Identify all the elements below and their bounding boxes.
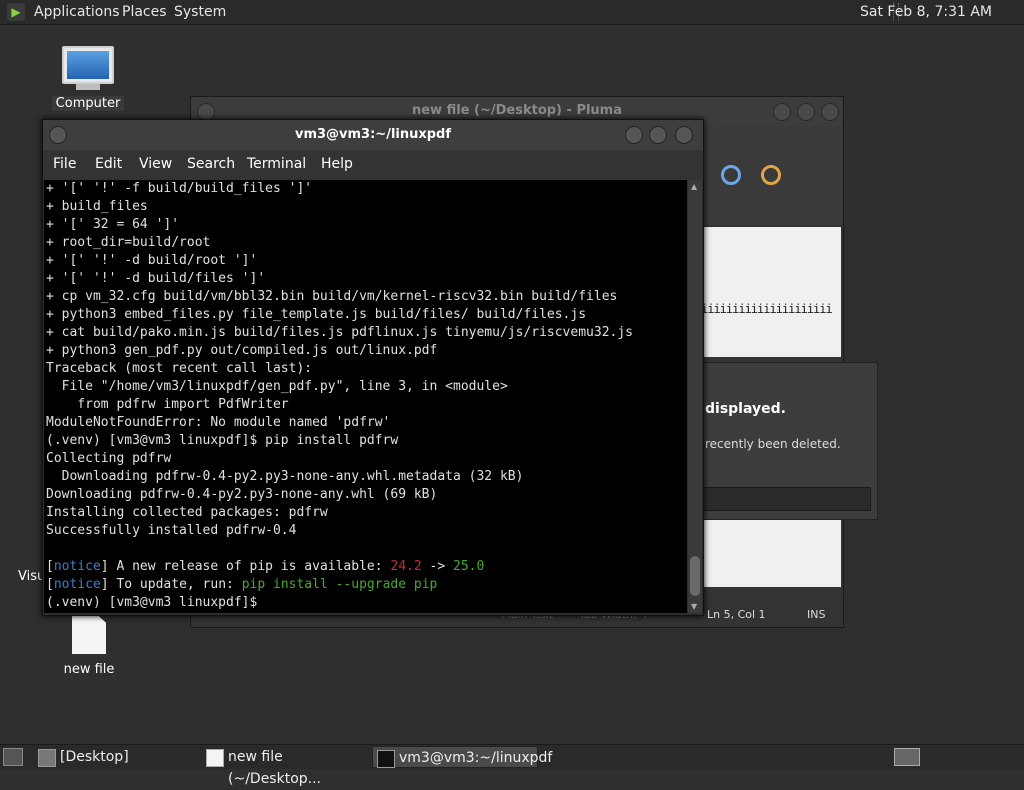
- upgrade-command: pip install --upgrade pip: [241, 577, 438, 592]
- maximize-button[interactable]: [649, 126, 667, 144]
- computer-icon: [62, 46, 114, 84]
- text-editor-area-lower[interactable]: [701, 517, 841, 587]
- window-title: vm3@vm3:~/linuxpdf: [43, 120, 703, 150]
- dialog-window[interactable]: displayed. recently been deleted.: [690, 362, 878, 520]
- terminal-line: Downloading pdfrw-0.4-py2.py3-none-any.w…: [46, 487, 438, 502]
- notice-tag: notice: [53, 577, 101, 592]
- scroll-thumb[interactable]: [690, 556, 700, 596]
- terminal-line: Traceback (most recent call last):: [46, 361, 313, 376]
- menu-bar: File Edit View Search Terminal Help: [43, 150, 703, 180]
- terminal-lines: + '[' '!' -f build/build_files ']' + buil…: [44, 180, 687, 612]
- terminal-line: Successfully installed pdfrw-0.4: [46, 523, 297, 538]
- desktop-icon-computer[interactable]: Computer: [52, 46, 124, 111]
- terminal-line: + '[' '!' -d build/files ']': [46, 271, 266, 286]
- taskbar-item-terminal[interactable]: vm3@vm3:~/linuxpdf: [372, 746, 552, 768]
- file-icon: [72, 614, 106, 654]
- dialog-heading: displayed.: [705, 401, 786, 417]
- terminal-line: + python3 gen_pdf.py out/compiled.js out…: [46, 343, 438, 358]
- system-menu[interactable]: System: [174, 4, 226, 20]
- notice-text: ] A new release of pip is available:: [100, 559, 391, 574]
- taskbar-item-label: new file (~/Desktop...: [228, 749, 321, 787]
- terminal-icon: [377, 750, 395, 768]
- desktop-icon-new-file[interactable]: new file: [58, 614, 120, 677]
- minimize-button[interactable]: [773, 103, 791, 121]
- search-icon[interactable]: [721, 165, 741, 185]
- taskbar-item-label: [Desktop]: [60, 749, 129, 765]
- text-editor-area[interactable]: [701, 227, 841, 357]
- applications-menu-icon[interactable]: ▶: [7, 3, 25, 21]
- new-version: 25.0: [453, 559, 485, 574]
- terminal-line: [notice] A new release of pip is availab…: [46, 558, 687, 576]
- terminal-output[interactable]: + '[' '!' -f build/build_files ']' + buil…: [44, 180, 687, 613]
- terminal-prompt: (.venv) [vm3@vm3 linuxpdf]$: [46, 595, 266, 610]
- scrollbar[interactable]: ▲ ▼: [688, 180, 702, 613]
- taskbar-item-pluma[interactable]: new file (~/Desktop...: [202, 746, 368, 787]
- terminal-line: + '[' '!' -d build/root ']': [46, 253, 258, 268]
- workspace-switcher-icon[interactable]: [894, 748, 920, 766]
- terminal-line: + python3 embed_files.py file_template.j…: [46, 307, 587, 322]
- terminal-line: + '[' '!' -f build/build_files ']': [46, 181, 313, 196]
- minimize-button[interactable]: [625, 126, 643, 144]
- terminal-line: + cat build/pako.min.js build/files.js p…: [46, 325, 633, 340]
- terminal-line: (.venv) [vm3@vm3 linuxpdf]$ pip install …: [46, 433, 399, 448]
- terminal-window[interactable]: vm3@vm3:~/linuxpdf File Edit View Search…: [42, 119, 704, 616]
- bracket: [: [46, 559, 54, 574]
- taskbar-item-label: vm3@vm3:~/linuxpdf: [399, 750, 553, 766]
- terminal-line: + cp vm_32.cfg build/vm/bbl32.bin build/…: [46, 289, 618, 304]
- show-desktop-icon[interactable]: [3, 748, 23, 766]
- notice-text: ] To update, run:: [100, 577, 242, 592]
- desktop-icon-label: Computer: [52, 96, 124, 111]
- top-panel: ▶ Applications Places System Sat Feb 8, …: [0, 0, 1024, 25]
- terminal-line: from pdfrw import PdfWriter: [46, 397, 289, 412]
- window-menu-button[interactable]: [49, 126, 67, 144]
- menu-file[interactable]: File: [53, 156, 76, 172]
- terminal-line: + root_dir=build/root: [46, 235, 211, 250]
- notice-tag: notice: [53, 559, 101, 574]
- cursor-position: Ln 5, Col 1: [707, 608, 766, 621]
- terminal-line: Downloading pdfrw-0.4-py2.py3-none-any.w…: [46, 469, 524, 484]
- menu-help[interactable]: Help: [321, 156, 353, 172]
- insert-mode: INS: [807, 608, 826, 621]
- places-menu[interactable]: Places: [122, 4, 167, 20]
- folder-icon: [38, 749, 56, 767]
- close-button[interactable]: [675, 126, 693, 144]
- terminal-line: ModuleNotFoundError: No module named 'pd…: [46, 415, 391, 430]
- arrow: ->: [421, 559, 454, 574]
- terminal-line: File "/home/vm3/linuxpdf/gen_pdf.py", li…: [46, 379, 508, 394]
- search-replace-icon[interactable]: [761, 165, 781, 185]
- close-button[interactable]: [821, 103, 839, 121]
- dialog-button-bar[interactable]: [701, 487, 871, 511]
- applications-menu[interactable]: Applications: [34, 4, 120, 20]
- editor-text: iiiiiiiiiiiiiiiiiiiii: [701, 302, 833, 316]
- maximize-button[interactable]: [797, 103, 815, 121]
- clock[interactable]: Sat Feb 8, 7:31 AM: [860, 4, 992, 20]
- menu-view[interactable]: View: [139, 156, 172, 172]
- menu-terminal[interactable]: Terminal: [247, 156, 306, 172]
- bracket: [: [46, 577, 54, 592]
- terminal-line: + build_files: [46, 199, 148, 214]
- bottom-panel: [Desktop] new file (~/Desktop... vm3@vm3…: [0, 744, 1024, 787]
- dialog-message: recently been deleted.: [705, 437, 841, 451]
- terminal-line: + '[' 32 = 64 ']': [46, 217, 180, 232]
- terminal-line: [notice] To update, run: pip install --u…: [46, 576, 687, 594]
- scroll-up-icon[interactable]: ▲: [691, 182, 697, 191]
- text-editor-icon: [206, 749, 224, 767]
- menu-edit[interactable]: Edit: [95, 156, 122, 172]
- terminal-line: Collecting pdfrw: [46, 451, 172, 466]
- taskbar-item-desktop[interactable]: [Desktop]: [34, 746, 198, 768]
- desktop-icon-label: new file: [63, 662, 115, 677]
- old-version: 24.2: [390, 559, 422, 574]
- terminal-line: Installing collected packages: pdfrw: [46, 505, 328, 520]
- scroll-down-icon[interactable]: ▼: [691, 602, 697, 611]
- menu-search[interactable]: Search: [187, 156, 235, 172]
